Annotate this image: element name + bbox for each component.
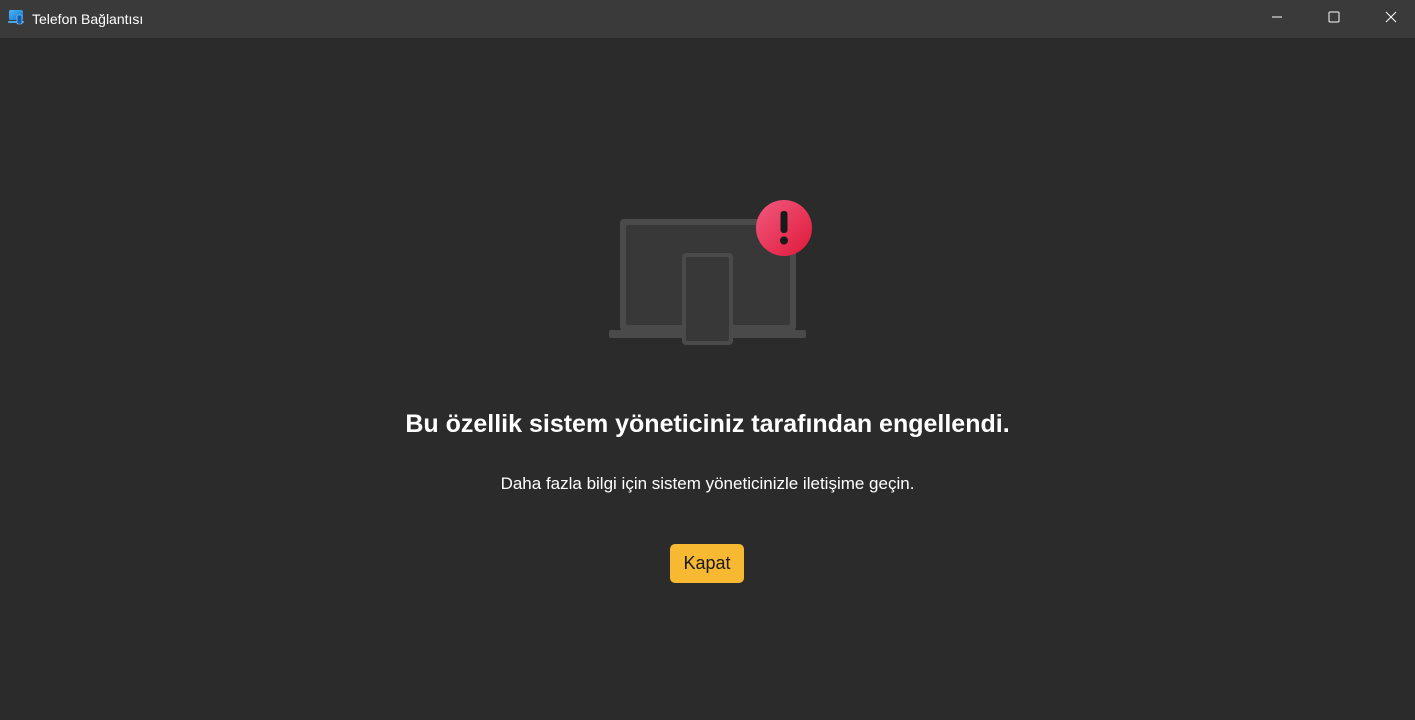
error-heading: Bu özellik sistem yöneticiniz tarafından… [405, 410, 1010, 438]
maximize-icon [1328, 11, 1340, 23]
minimize-icon [1271, 11, 1283, 23]
maximize-button[interactable] [1305, 0, 1362, 33]
minimize-button[interactable] [1248, 0, 1305, 33]
window-title: Telefon Bağlantısı [32, 11, 144, 27]
close-icon [1385, 11, 1397, 23]
error-message: Daha fazla bilgi için sistem yöneticiniz… [500, 474, 915, 493]
exclamation-alert-icon [756, 200, 812, 256]
main-content: Bu özellik sistem yöneticiniz tarafından… [0, 38, 1415, 720]
close-window-button[interactable] [1362, 0, 1415, 33]
phone-link-app-icon [8, 9, 24, 25]
title-bar[interactable]: Telefon Bağlantısı [0, 0, 1415, 38]
app-window: Telefon Bağlantısı Bu özellik sistem yön… [0, 0, 1415, 720]
close-dialog-button[interactable]: Kapat [670, 544, 744, 583]
laptop-phone-blocked-illustration [605, 196, 817, 348]
